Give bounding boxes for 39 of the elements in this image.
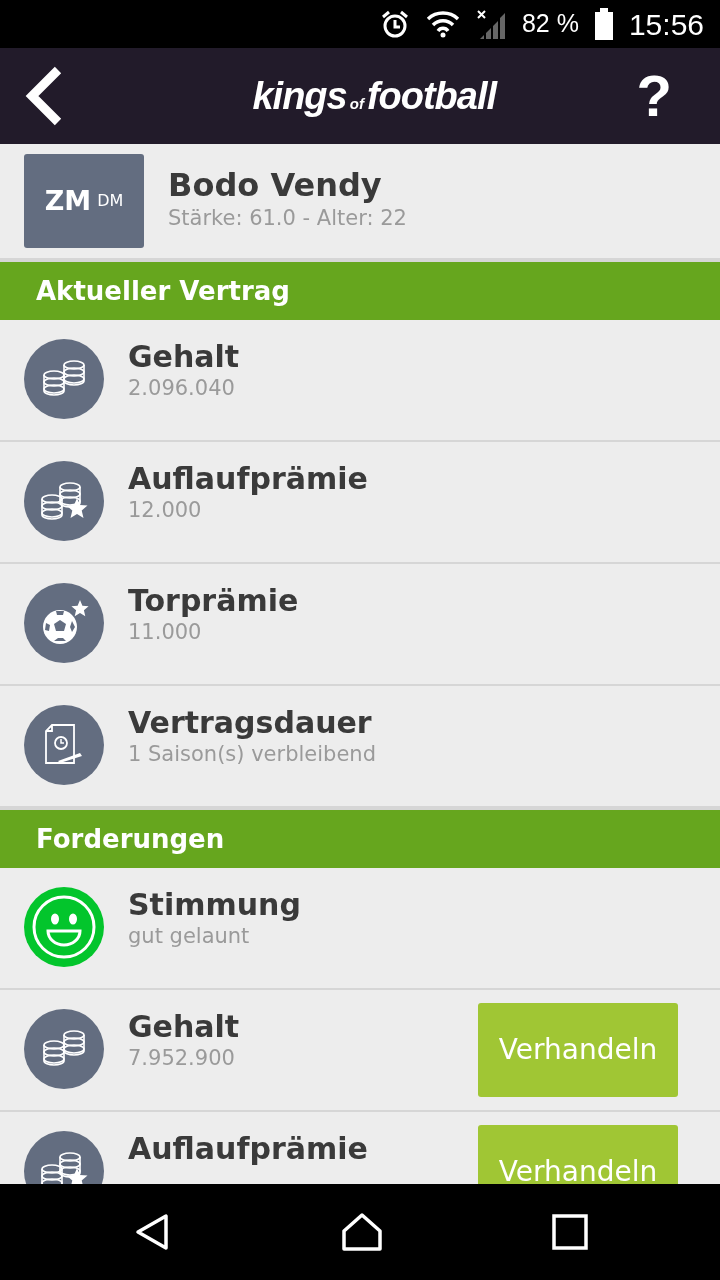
row-value: 1 Saison(s) verbleibend: [128, 741, 377, 768]
cell-signal-icon: [475, 9, 506, 39]
row-title: Stimmung: [128, 888, 302, 921]
row-title: Torprämie: [128, 584, 300, 617]
section-header: Aktueller Vertrag: [0, 260, 720, 320]
logo-text: kings: [252, 73, 347, 119]
logo-small-text: of: [349, 93, 364, 114]
help-button[interactable]: ?: [636, 67, 672, 125]
logo-text: football: [366, 73, 497, 119]
coins-icon: [24, 1009, 104, 1089]
row-title: Auflaufprämie: [128, 1132, 369, 1165]
player-name: Bodo Vendy: [168, 167, 383, 203]
coins-icon: [24, 339, 104, 419]
row-title: Auflaufprämie: [128, 462, 369, 495]
negotiate-button[interactable]: Verhandeln: [478, 1003, 678, 1097]
section-header: Forderungen: [0, 808, 720, 868]
row-value: 12.000: [128, 497, 203, 524]
alarm-icon: [379, 9, 410, 39]
soccer-ball-icon: [24, 583, 104, 663]
clock-time: 15:56: [628, 6, 704, 43]
row-title: Gehalt: [128, 1010, 241, 1043]
battery-icon: [594, 8, 613, 40]
smiley-icon: [24, 887, 104, 967]
home-icon[interactable]: [341, 1212, 383, 1252]
row-title: Gehalt: [128, 340, 241, 373]
position-text: DM: [97, 190, 124, 212]
row-title: Vertragsdauer: [128, 706, 373, 739]
row-value: 11.000: [128, 619, 203, 646]
row-value: 7.952.900: [128, 1045, 236, 1072]
row-value: 2.096.040: [128, 375, 236, 402]
back-icon[interactable]: [24, 66, 64, 126]
wifi-icon: [425, 10, 460, 38]
document-clock-icon: [24, 705, 104, 785]
recents-icon[interactable]: [551, 1214, 588, 1250]
negotiate-button[interactable]: Verhandeln: [478, 1125, 678, 1184]
row-value: gut gelaunt: [128, 923, 251, 950]
player-details: Stärke: 61.0 - Alter: 22: [168, 204, 407, 232]
position-text: ZM: [44, 183, 92, 218]
battery-percentage: 82 %: [521, 8, 579, 40]
